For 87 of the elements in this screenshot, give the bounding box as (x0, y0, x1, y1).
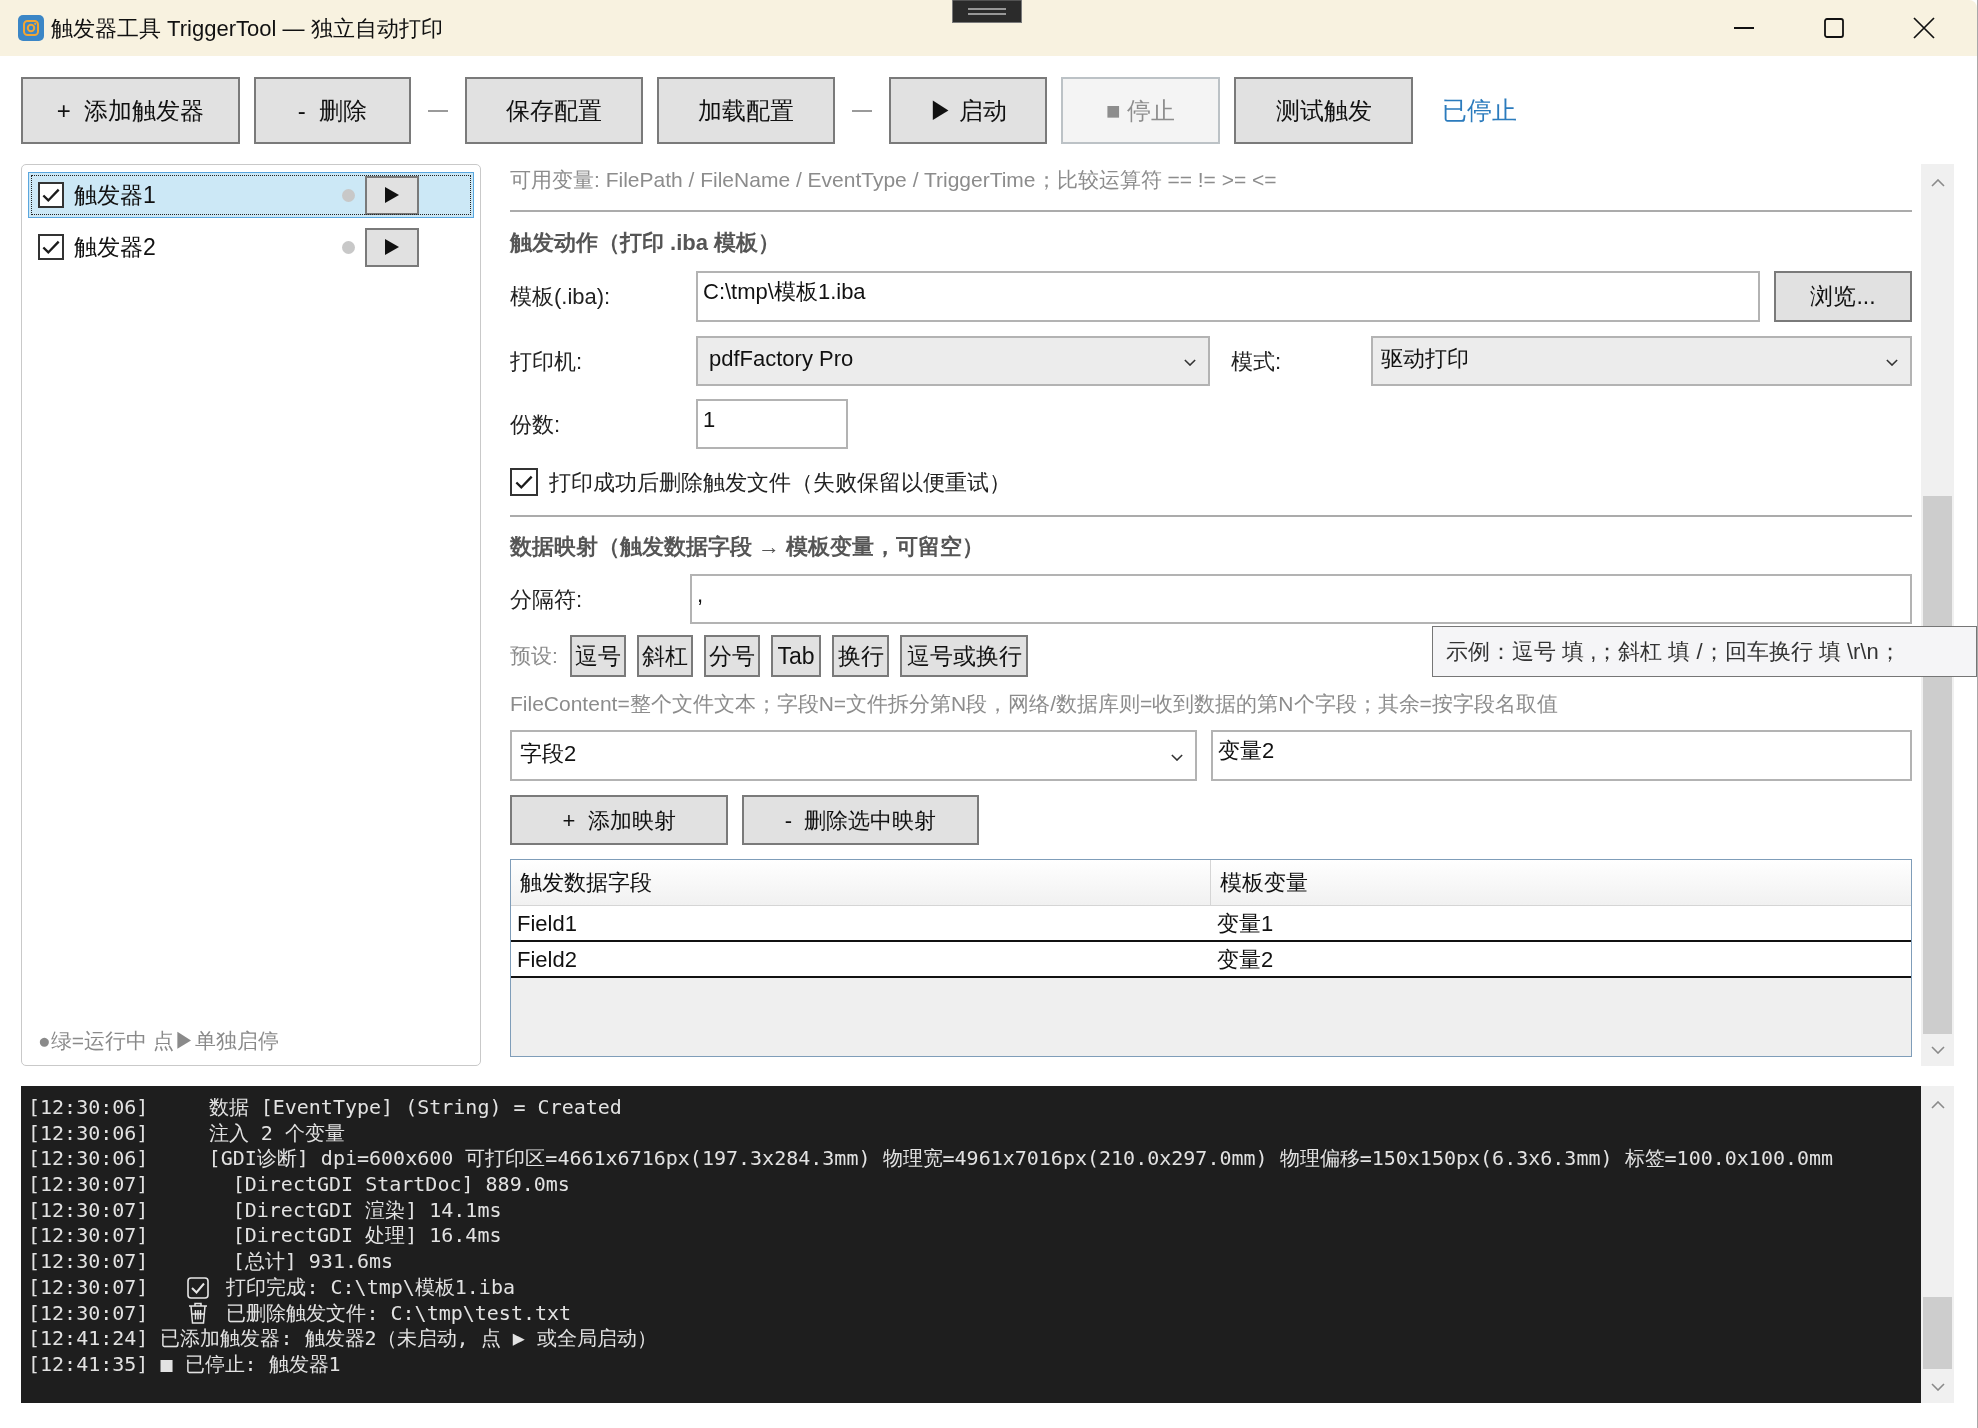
play-icon (385, 187, 399, 203)
status-text: 已停止 (1442, 94, 1517, 126)
preset-button[interactable]: 分号 (704, 635, 760, 677)
scroll-up-icon[interactable] (1931, 179, 1945, 187)
field-label: 打印机: (510, 347, 584, 376)
log-line: [12:41:35] ■ 已停止: 触发器1 (28, 1351, 341, 1378)
separator-field[interactable]: , (690, 574, 1912, 624)
field-label: 模式: (1231, 347, 1283, 376)
section-heading: 数据映射（触发数据字段 → 模板变量，可留空） (510, 533, 986, 561)
section-heading: 触发动作（打印 .iba 模板） (510, 229, 782, 257)
scroll-down-icon[interactable] (1931, 1383, 1945, 1391)
preset-button[interactable]: Tab (771, 635, 821, 677)
trigger-item[interactable]: 触发器1 (28, 172, 474, 218)
checkbox-icon (187, 1276, 210, 1299)
mode-select[interactable]: 驱动打印 (1371, 336, 1912, 386)
preset-button[interactable]: 换行 (832, 635, 889, 677)
log-line: [12:30:07] [DirectGDI StartDoc] 889.0ms (28, 1172, 570, 1198)
camera-icon (18, 15, 44, 41)
log-timestamp: [12:30:07] (28, 1274, 149, 1301)
trash-icon (188, 1302, 209, 1325)
toolbar-button[interactable]: 测试触发 (1234, 77, 1413, 144)
scrollbar[interactable] (1921, 164, 1954, 1066)
log-message: 打印完成: C:\tmp\模板1.iba (226, 1274, 515, 1301)
preset-button[interactable]: 斜杠 (637, 635, 693, 677)
browse-button[interactable]: 浏览... (1774, 271, 1912, 322)
template-path-field[interactable]: C:\tmp\模板1.iba (696, 271, 1760, 322)
window-title: 触发器工具 TriggerTool — 独立自动打印 (51, 14, 443, 43)
play-button[interactable] (365, 227, 419, 267)
preset-button[interactable]: 逗号或换行 (900, 635, 1028, 677)
chevron-down-icon (1171, 754, 1183, 761)
preset-button[interactable]: 逗号 (570, 635, 626, 677)
scroll-down-icon[interactable] (1931, 1046, 1945, 1054)
play-button[interactable] (365, 175, 419, 215)
checkbox-label: 打印成功后删除触发文件（失败保留以便重试） (549, 468, 1011, 497)
table-cell-text: 变量1 (1216, 909, 1275, 938)
add-mapping-button[interactable]: + 添加映射 (510, 795, 728, 845)
scrollbar[interactable] (1921, 1086, 1954, 1403)
checkbox[interactable] (38, 234, 64, 260)
presets-label: 预设: (510, 643, 559, 670)
field-label: 模板(.iba): (510, 283, 612, 311)
field-label: 份数: (510, 410, 562, 439)
maximize-icon (1824, 18, 1844, 38)
checkbox[interactable] (38, 182, 64, 208)
variables-hint: 可用变量: FilePath / FileName / EventType / TriggerTime；比较运算符 == != >= <= (510, 167, 1278, 193)
variable-field[interactable]: 变量2 (1211, 730, 1912, 781)
table-cell-text: 变量2 (1216, 945, 1275, 974)
table-cell-text: Field1 (516, 909, 578, 938)
chevron-down-icon (1184, 359, 1196, 366)
checkmark-icon (42, 187, 60, 203)
column-header[interactable]: 模板变量 (1211, 860, 1911, 905)
minimize-icon (1734, 27, 1754, 29)
mapping-hint: FileContent=整个文件文本；字段N=文件拆分第N段，网络/数据库则=收到数据的第N个字段；其余=按字段名取值 (510, 691, 1559, 717)
log-line: [12:30:07] [DirectGDI 处理] 16.4ms (28, 1223, 502, 1250)
scrollbar-thumb[interactable] (1923, 496, 1952, 1034)
log-message: 已删除触发文件: C:\tmp\test.txt (226, 1300, 572, 1327)
scrollbar-thumb[interactable] (1923, 1297, 1952, 1369)
field-label: 分隔符: (510, 585, 584, 614)
toolbar-button[interactable]: 保存配置 (465, 77, 643, 144)
toolbar-button[interactable]: - 删除 (254, 77, 411, 144)
grip-icon (952, 0, 1022, 23)
checkmark-icon (42, 239, 60, 255)
log-line: [12:30:07] [DirectGDI 渲染] 14.1ms (28, 1197, 502, 1224)
log-line: [12:30:06] 注入 2 个变量 (28, 1120, 345, 1147)
checkbox[interactable] (510, 468, 538, 496)
field-select[interactable]: 字段2 (510, 730, 1197, 781)
printer-select[interactable]: pdfFactory Pro (696, 336, 1210, 386)
chevron-down-icon (1886, 359, 1898, 366)
log-line: [12:41:24] 已添加触发器: 触发器2（未启动, 点 ▶ 或全局启动） (28, 1326, 657, 1352)
log-line: [12:30:06] 数据 [EventType] (String) = Created (28, 1095, 622, 1121)
log-timestamp: [12:30:07] (28, 1300, 149, 1327)
log-line: [12:30:07] [总计] 931.6ms (28, 1249, 394, 1275)
play-icon (385, 239, 399, 255)
log-line: [12:30:06] [GDI诊断] dpi=600x600 可打印区=4661x6716px(197.3x284.3mm) 物理宽=4961x7016px(210.0x297.0mm) 物理偏移=150x150px(6.3x6.3mm) 标签=100.0x100.0mm (28, 1146, 1834, 1173)
checkmark-icon (515, 474, 533, 490)
copies-field[interactable]: 1 (696, 399, 848, 449)
legend-text: ●绿=运行中 点▶单独启停 (38, 1027, 280, 1054)
column-header[interactable]: 触发数据字段 (511, 860, 1211, 905)
tooltip: 示例：逗号 填 ,；斜杠 填 /；回车换行 填 \r\n； (1432, 626, 1977, 677)
trigger-name: 触发器1 (74, 180, 157, 210)
close-icon (1913, 17, 1935, 39)
toolbar-button[interactable]: 加载配置 (657, 77, 835, 144)
toolbar-button[interactable]: + 添加触发器 (21, 77, 240, 144)
remove-mapping-button[interactable]: - 删除选中映射 (742, 795, 979, 845)
toolbar-button[interactable]: ▶ 启动 (889, 77, 1047, 144)
table-cell-text: Field2 (516, 945, 578, 974)
trigger-name: 触发器2 (74, 232, 157, 262)
scroll-up-icon[interactable] (1931, 1101, 1945, 1109)
